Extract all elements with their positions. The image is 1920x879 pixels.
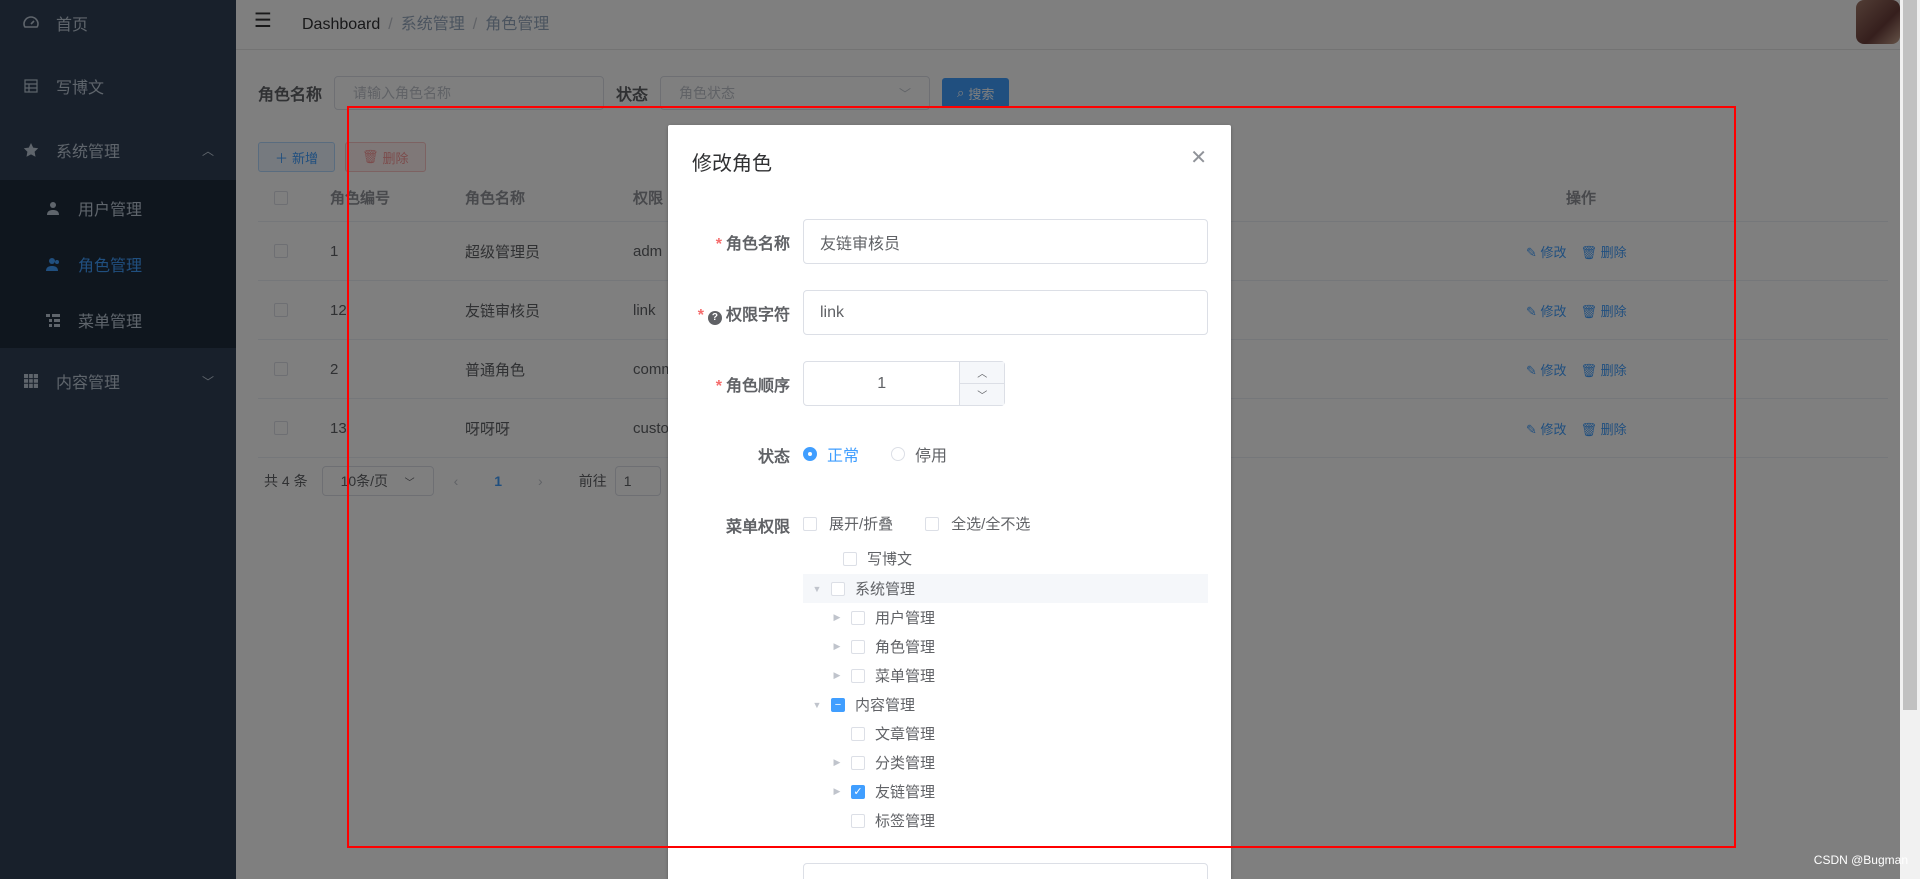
page-scrollbar[interactable] [1900,0,1920,879]
watermark: CSDN @Bugman [1813,853,1908,867]
scrollbar-thumb[interactable] [1903,0,1917,710]
remark-field[interactable] [803,863,1208,879]
highlight-box [347,106,1736,848]
